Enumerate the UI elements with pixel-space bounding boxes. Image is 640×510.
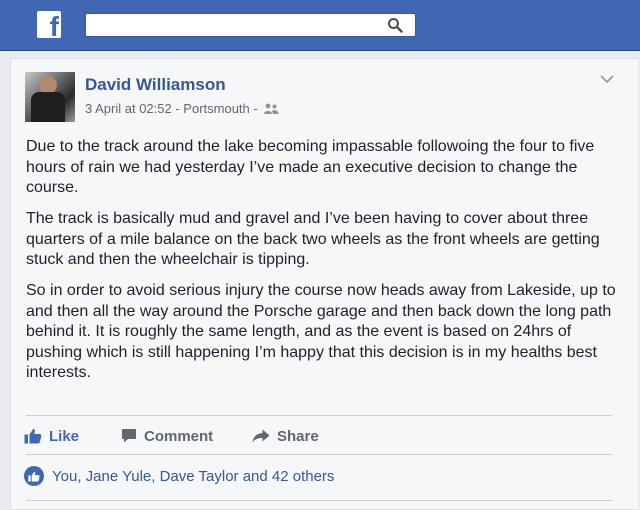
post-body: Due to the track around the lake becomin… — [26, 137, 626, 394]
like-button[interactable]: Like — [24, 425, 79, 447]
facebook-logo[interactable]: f — [37, 11, 61, 38]
like-reaction-icon — [24, 466, 44, 486]
share-icon — [252, 429, 270, 443]
share-label: Share — [277, 427, 319, 445]
share-button[interactable]: Share — [252, 425, 319, 447]
divider — [26, 415, 612, 416]
post-author-name[interactable]: David Williamson — [85, 75, 226, 95]
post-timestamp[interactable]: 3 April at 02:52 — [85, 101, 172, 116]
comment-label: Comment — [144, 427, 214, 445]
reactions-summary[interactable]: You, Jane Yule, Dave Taylor and 42 other… — [24, 466, 334, 486]
post-card: David Williamson 3 April at 02:52 - Port… — [10, 58, 638, 510]
search-box[interactable] — [85, 13, 416, 37]
avatar[interactable] — [25, 72, 75, 122]
top-nav-bar: f — [0, 0, 640, 51]
post-paragraph: Due to the track around the lake becomin… — [26, 138, 595, 196]
like-label: Like — [49, 427, 80, 445]
avatar-body — [31, 92, 65, 122]
thumbs-up-icon — [24, 429, 42, 444]
post-paragraph: The track is basically mud and gravel an… — [26, 210, 600, 268]
friends-icon[interactable] — [263, 103, 279, 115]
meta-separator-2: - — [249, 101, 258, 116]
search-input[interactable] — [92, 16, 376, 36]
post-meta: 3 April at 02:52 - Portsmouth - — [85, 101, 279, 116]
post-location[interactable]: Portsmouth — [183, 101, 249, 116]
logo-letter: f — [49, 11, 59, 39]
reactions-text[interactable]: You, Jane Yule, Dave Taylor and 42 other… — [52, 468, 334, 485]
search-icon[interactable] — [387, 17, 403, 33]
post-paragraph: So in order to avoid serious injury the … — [26, 282, 616, 381]
divider — [26, 454, 612, 455]
divider — [26, 500, 612, 501]
comment-icon — [122, 429, 136, 443]
meta-separator: - — [171, 101, 184, 116]
comment-button[interactable]: Comment — [121, 425, 213, 447]
chevron-down-icon[interactable] — [599, 73, 615, 85]
